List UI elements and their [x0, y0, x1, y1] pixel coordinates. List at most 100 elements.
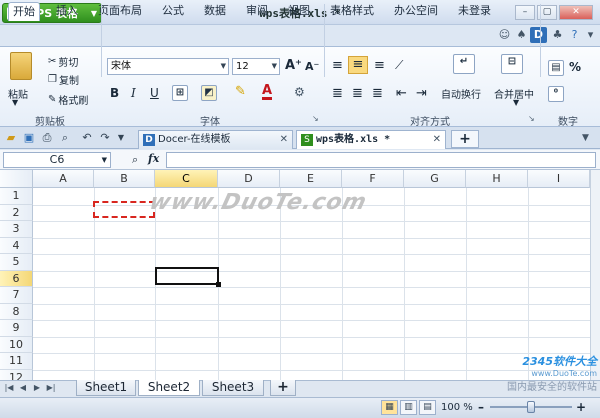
align-center-icon[interactable]: ≣: [352, 86, 363, 101]
minimize-button[interactable]: –: [515, 5, 535, 20]
tab-office-space[interactable]: 办公空间: [390, 2, 442, 21]
row-header-5[interactable]: 5: [0, 254, 33, 271]
row-header-12[interactable]: 12: [0, 369, 33, 380]
align-bottom-icon[interactable]: ≡: [374, 58, 385, 73]
avatar-icon[interactable]: ♣: [549, 27, 566, 43]
expand-icon[interactable]: ↘: [312, 114, 319, 123]
merge-center-icon[interactable]: ⊟: [501, 54, 523, 74]
row-header-7[interactable]: 7: [0, 287, 33, 304]
row-header-11[interactable]: 11: [0, 353, 33, 370]
orientation-icon[interactable]: ⟋: [395, 58, 403, 73]
underline-button[interactable]: U: [150, 86, 159, 100]
open-folder-icon[interactable]: ▰: [4, 131, 18, 145]
row-header-8[interactable]: 8: [0, 303, 33, 320]
page-layout-view-icon[interactable]: ▥: [400, 400, 417, 415]
tab-review[interactable]: 审阅: [242, 2, 272, 21]
indent-decrease-icon[interactable]: ⇤: [396, 86, 407, 101]
zoom-slider-thumb[interactable]: [527, 401, 535, 413]
fill-color-icon[interactable]: ◩: [201, 85, 217, 101]
row-header-6[interactable]: 6: [0, 270, 33, 287]
align-top-icon[interactable]: ≡: [332, 58, 343, 73]
format-painter-button[interactable]: ✎ 格式刷: [48, 92, 88, 107]
row-header-9[interactable]: 9: [0, 320, 33, 337]
row-header-4[interactable]: 4: [0, 237, 33, 254]
tab-data[interactable]: 数据: [200, 2, 230, 21]
login-status[interactable]: 未登录: [454, 2, 495, 21]
row-header-2[interactable]: 2: [0, 204, 33, 221]
page-break-view-icon[interactable]: ▤: [419, 400, 436, 415]
tab-table-style[interactable]: 表格样式: [326, 2, 378, 21]
column-header-i[interactable]: I: [528, 170, 590, 188]
search-icon[interactable]: ⌕: [132, 153, 138, 167]
align-left-icon[interactable]: ≣: [332, 86, 343, 101]
column-header-e[interactable]: E: [280, 170, 342, 188]
copy-button[interactable]: ❐ 复制: [48, 72, 79, 87]
insert-function-button[interactable]: fx: [148, 152, 159, 165]
new-tab-button[interactable]: +: [451, 130, 479, 148]
font-size-select[interactable]: 12 ▼: [232, 58, 280, 75]
column-header-g[interactable]: G: [404, 170, 466, 188]
doc-tab-wps-sheet[interactable]: S wps表格.xls * ✕: [296, 130, 446, 149]
column-header-a[interactable]: A: [33, 170, 94, 188]
first-sheet-icon[interactable]: |◀: [4, 382, 14, 394]
column-header-h[interactable]: H: [466, 170, 528, 188]
grow-font-button[interactable]: A⁺: [285, 58, 302, 73]
vertical-scrollbar[interactable]: [590, 170, 600, 380]
clipboard-icon[interactable]: [10, 52, 32, 80]
tab-home[interactable]: 开始: [8, 2, 40, 21]
column-header-f[interactable]: F: [342, 170, 404, 188]
print-icon[interactable]: ⎙: [40, 131, 54, 145]
docer-icon[interactable]: D: [530, 27, 547, 43]
formula-input[interactable]: [166, 152, 596, 168]
prev-sheet-icon[interactable]: ◀: [18, 382, 28, 394]
chevron-down-icon[interactable]: ▼: [12, 98, 18, 107]
number-format-icon[interactable]: ▤: [548, 60, 564, 76]
expand-icon[interactable]: ↘: [528, 114, 535, 123]
sheet-tab-1[interactable]: Sheet1: [76, 380, 136, 396]
decimal-icon[interactable]: ⁰: [548, 86, 564, 102]
cut-button[interactable]: ✂ 剪切: [48, 54, 78, 69]
select-all-corner[interactable]: [0, 170, 33, 188]
doc-tab-docer[interactable]: D Docer-在线模板 ✕: [138, 130, 293, 149]
add-sheet-button[interactable]: +: [270, 380, 296, 396]
align-middle-icon[interactable]: ≡: [348, 56, 368, 74]
help-icon[interactable]: ?: [566, 27, 583, 43]
font-color-button[interactable]: A: [262, 84, 273, 100]
shirt-icon[interactable]: ♠: [513, 27, 530, 43]
close-icon[interactable]: ✕: [280, 131, 288, 149]
wrap-text-button[interactable]: 自动换行: [441, 86, 481, 101]
last-sheet-icon[interactable]: ▶|: [46, 382, 56, 394]
tab-list-icon[interactable]: ▼: [582, 133, 589, 143]
column-header-d[interactable]: D: [218, 170, 280, 188]
column-header-b[interactable]: B: [94, 170, 155, 188]
next-sheet-icon[interactable]: ▶: [32, 382, 42, 394]
close-icon[interactable]: ✕: [433, 131, 441, 149]
tab-insert[interactable]: 插入: [52, 2, 82, 21]
italic-button[interactable]: I: [131, 86, 136, 100]
tab-view[interactable]: 视图: [284, 2, 314, 21]
chevron-down-icon[interactable]: ▼: [513, 98, 519, 107]
border-icon[interactable]: ⊞: [172, 85, 188, 101]
active-cell-c6[interactable]: [155, 267, 221, 287]
zoom-in-button[interactable]: +: [576, 400, 586, 414]
row-header-3[interactable]: 3: [0, 221, 33, 238]
row-header-1[interactable]: 1: [0, 188, 33, 205]
user-icon[interactable]: ☺: [496, 27, 513, 43]
tab-formulas[interactable]: 公式: [158, 2, 188, 21]
undo-icon[interactable]: ↶: [80, 131, 94, 145]
shrink-font-button[interactable]: A⁻: [305, 60, 319, 73]
font-name-select[interactable]: 宋体 ▼: [107, 58, 229, 75]
sheet-tab-2[interactable]: Sheet2: [138, 380, 200, 396]
sheet-tab-3[interactable]: Sheet3: [202, 380, 264, 396]
wrap-text-icon[interactable]: ↵: [453, 54, 475, 74]
align-right-icon[interactable]: ≣: [372, 86, 383, 101]
chevron-down-icon[interactable]: ▼: [114, 131, 128, 145]
print-preview-icon[interactable]: ⌕: [58, 131, 72, 145]
format-icon[interactable]: ⚙: [294, 85, 305, 99]
close-button[interactable]: ✕: [559, 5, 593, 20]
percent-button[interactable]: %: [569, 60, 581, 74]
column-header-c[interactable]: C: [155, 170, 218, 188]
highlight-icon[interactable]: ✎: [235, 84, 246, 99]
save-icon[interactable]: ▣: [22, 131, 36, 145]
indent-increase-icon[interactable]: ⇥: [416, 86, 427, 101]
